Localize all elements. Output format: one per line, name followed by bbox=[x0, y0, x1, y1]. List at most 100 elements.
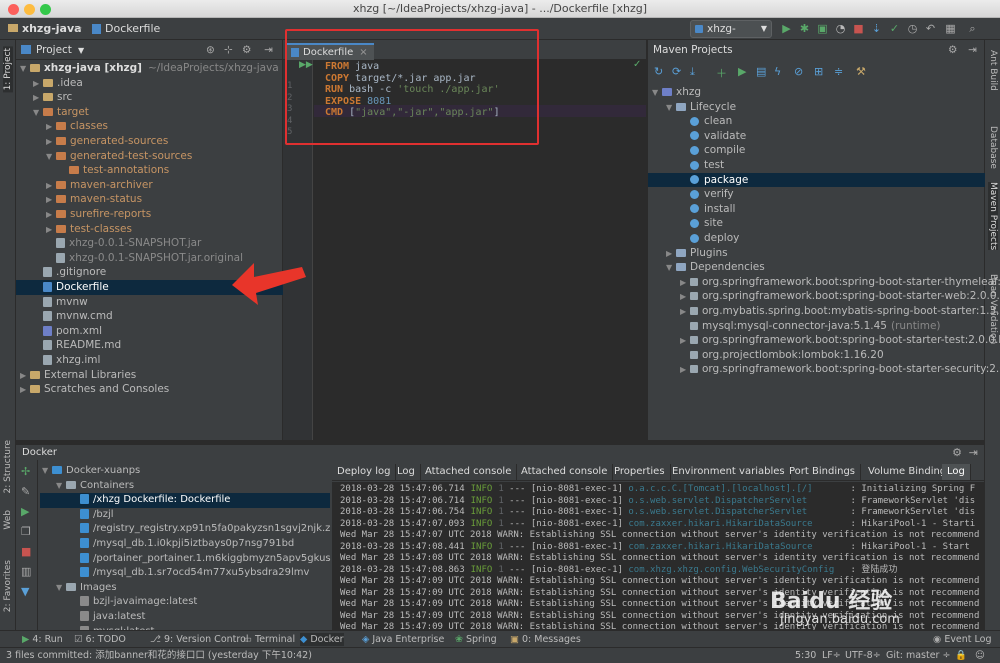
tool-window-button[interactable]: ❀ Spring bbox=[455, 633, 497, 646]
project-tree-item[interactable]: ▶ test-classes bbox=[16, 222, 283, 237]
revert-icon[interactable]: ↶ bbox=[924, 22, 937, 35]
docker-tab[interactable]: Properties bbox=[609, 464, 671, 480]
collapse-arrow-icon[interactable]: ▶ bbox=[46, 208, 56, 223]
execute-goal-icon[interactable]: ▤ bbox=[756, 65, 766, 78]
search-everywhere-icon[interactable]: ⌕ bbox=[966, 22, 979, 35]
maven-tree-item[interactable]: compile bbox=[648, 143, 985, 158]
run-maven-build-icon[interactable]: ▶ bbox=[738, 65, 746, 78]
history-icon[interactable]: ◷ bbox=[906, 22, 919, 35]
sync-icon[interactable]: ⊛ bbox=[206, 40, 215, 60]
maven-hide-panel-icon[interactable]: ⇥ bbox=[968, 40, 977, 60]
project-tree-item[interactable]: xhzg-0.0.1-SNAPSHOT.jar bbox=[16, 236, 283, 251]
file-encoding[interactable]: UTF-8÷ bbox=[845, 649, 881, 663]
maven-tree-item[interactable]: install bbox=[648, 202, 985, 217]
collapse-arrow-icon[interactable]: ▶ bbox=[20, 383, 30, 398]
project-tree-item[interactable]: xhzg.iml bbox=[16, 353, 283, 368]
collapse-arrow-icon[interactable]: ▶ bbox=[46, 135, 56, 150]
collapse-arrow-icon[interactable]: ▶ bbox=[20, 369, 30, 384]
skip-tests-icon[interactable]: ⊘ bbox=[794, 65, 803, 78]
status-message[interactable]: 3 files committed: 添加banner和花的接口口 (yeste… bbox=[6, 649, 312, 663]
maven-arrow-icon[interactable]: ▼ bbox=[652, 86, 662, 101]
project-tree-item[interactable]: ▶ generated-sources bbox=[16, 134, 283, 149]
docker-tree-item[interactable]: /xhzg Dockerfile: Dockerfile bbox=[40, 493, 330, 508]
docker-tab[interactable]: Environment variables bbox=[667, 464, 791, 480]
tool-tab-project[interactable]: 1: Project bbox=[3, 46, 13, 93]
docker-edit-icon[interactable]: ✎ bbox=[21, 485, 30, 498]
vcs-commit-icon[interactable]: ✓ bbox=[888, 22, 901, 35]
maven-tree-item[interactable]: ▶ Plugins bbox=[648, 246, 985, 261]
project-view-select[interactable]: Project bbox=[36, 44, 72, 56]
git-branch[interactable]: Git: master ÷ bbox=[886, 649, 950, 663]
docker-arrow-icon[interactable]: ▼ bbox=[56, 479, 66, 494]
maven-arrow-icon[interactable]: ▶ bbox=[680, 290, 690, 305]
docker-group-icon[interactable]: ▥ bbox=[21, 565, 31, 578]
docker-tree-item[interactable]: ▼ Images bbox=[40, 581, 330, 596]
generate-sources-icon[interactable]: ⟳ bbox=[672, 65, 681, 78]
maven-tree-item[interactable]: ▶ org.mybatis.spring.boot:mybatis-spring-… bbox=[648, 304, 1000, 320]
project-tree-item[interactable]: ▶ .idea bbox=[16, 76, 283, 91]
project-tree-item[interactable]: ▼ target bbox=[16, 105, 283, 120]
project-tree-item[interactable]: ▶ Scratches and Consoles bbox=[16, 382, 283, 397]
expand-arrow-icon[interactable]: ▼ bbox=[20, 62, 30, 77]
project-tree-item[interactable]: ▶ maven-archiver bbox=[16, 178, 283, 193]
maven-tree-item[interactable]: clean bbox=[648, 114, 985, 129]
collapse-maven-icon[interactable]: ≑ bbox=[834, 65, 843, 78]
maven-arrow-icon[interactable]: ▶ bbox=[680, 276, 690, 291]
project-tree-item[interactable]: ▶ src bbox=[16, 90, 283, 105]
collapse-arrow-icon[interactable]: ▶ bbox=[33, 91, 43, 106]
project-structure-icon[interactable]: ▦ bbox=[944, 22, 957, 35]
docker-tree-item[interactable]: /portainer_portainer.1.m6kiggbmyzn5apv5g… bbox=[40, 552, 331, 567]
docker-settings-gear-icon[interactable]: ⚙ bbox=[952, 446, 962, 459]
project-tree-item[interactable]: ▶ External Libraries bbox=[16, 368, 283, 383]
expand-arrow-icon[interactable]: ▼ bbox=[46, 150, 56, 165]
breadcrumb-project[interactable]: xhzg-java bbox=[8, 21, 82, 37]
maven-tree-item[interactable]: ▼ Lifecycle bbox=[648, 100, 985, 115]
maven-tree-item[interactable]: mysql:mysql-connector-java:5.1.45 (runtim… bbox=[648, 319, 985, 334]
maven-arrow-icon[interactable]: ▼ bbox=[666, 101, 676, 116]
maven-tree-item[interactable]: validate bbox=[648, 129, 985, 144]
tool-tab-database[interactable]: Database bbox=[988, 126, 998, 169]
expand-arrow-icon[interactable]: ▼ bbox=[33, 106, 43, 121]
maven-settings-icon[interactable]: ⚒ bbox=[856, 65, 866, 78]
maven-tree-item[interactable]: org.projectlombok:lombok:1.16.20 bbox=[648, 348, 985, 363]
tool-tab-web[interactable]: Web bbox=[3, 510, 13, 530]
maven-tree-item[interactable]: ▶ org.springframework.boot:spring-boot-st… bbox=[648, 333, 1000, 348]
run-icon[interactable]: ▶ bbox=[780, 22, 793, 35]
project-tree-item[interactable]: ▼ xhzg-java [xhzg] ~/IdeaProjects/xhzg-jav… bbox=[16, 61, 283, 76]
maven-tree-item[interactable]: ▶ org.springframework.boot:spring-boot-st… bbox=[648, 289, 1000, 305]
docker-tab[interactable]: Attached console bbox=[420, 464, 518, 480]
collapse-arrow-icon[interactable]: ▶ bbox=[46, 120, 56, 135]
add-maven-project-icon[interactable]: ＋ bbox=[716, 65, 727, 81]
maven-tree-item[interactable]: ▼ Dependencies bbox=[648, 260, 985, 275]
project-tree-item[interactable]: ▶ maven-status bbox=[16, 192, 283, 207]
maven-tree-item[interactable]: test bbox=[648, 158, 985, 173]
maven-tree-item[interactable]: deploy bbox=[648, 231, 985, 246]
project-tree-item[interactable]: ▶ classes bbox=[16, 119, 283, 134]
docker-filter-icon[interactable]: ▼ bbox=[21, 585, 29, 598]
tool-window-button[interactable]: ◈ Java Enterprise bbox=[362, 633, 444, 646]
reimport-icon[interactable]: ↻ bbox=[654, 65, 663, 78]
tool-window-button[interactable]: ▶ 4: Run bbox=[22, 633, 63, 646]
docker-connect-icon[interactable]: ✢ bbox=[21, 465, 30, 478]
caret-position[interactable]: 5:30 bbox=[795, 649, 816, 663]
minimize-window-button[interactable] bbox=[24, 4, 35, 15]
docker-arrow-icon[interactable]: ▼ bbox=[42, 464, 52, 479]
maven-arrow-icon[interactable]: ▶ bbox=[680, 305, 690, 320]
coverage-icon[interactable]: ▣ bbox=[816, 22, 829, 35]
docker-tree-item[interactable]: /mysql_db.1.i0kpji5iztbays0p7nsg791bd bbox=[40, 537, 330, 552]
docker-tab[interactable]: Log bbox=[392, 464, 421, 480]
docker-tree-item[interactable]: java:latest bbox=[40, 610, 330, 625]
stop-icon[interactable]: ■ bbox=[852, 22, 865, 35]
maven-tree-item[interactable]: ▶ org.springframework.boot:spring-boot-st… bbox=[648, 275, 1000, 291]
tool-tab-favorites[interactable]: 2: Favorites bbox=[3, 560, 13, 612]
maven-tree-item[interactable]: verify bbox=[648, 187, 985, 202]
maven-arrow-icon[interactable]: ▶ bbox=[666, 247, 676, 262]
vcs-update-icon[interactable]: ⇣ bbox=[870, 22, 883, 35]
lock-icon[interactable]: 🔒 bbox=[955, 649, 967, 663]
docker-tab[interactable]: Deploy log bbox=[332, 464, 397, 480]
docker-tree-item[interactable]: /bzjl bbox=[40, 508, 330, 523]
docker-tree-item[interactable]: /registry_registry.xp91n5fa0pakyzsn1sgvj… bbox=[40, 522, 330, 537]
show-dependencies-icon[interactable]: ⊞ bbox=[814, 65, 823, 78]
collapse-arrow-icon[interactable]: ▶ bbox=[33, 77, 43, 92]
maven-tree-item[interactable]: package bbox=[648, 172, 985, 188]
